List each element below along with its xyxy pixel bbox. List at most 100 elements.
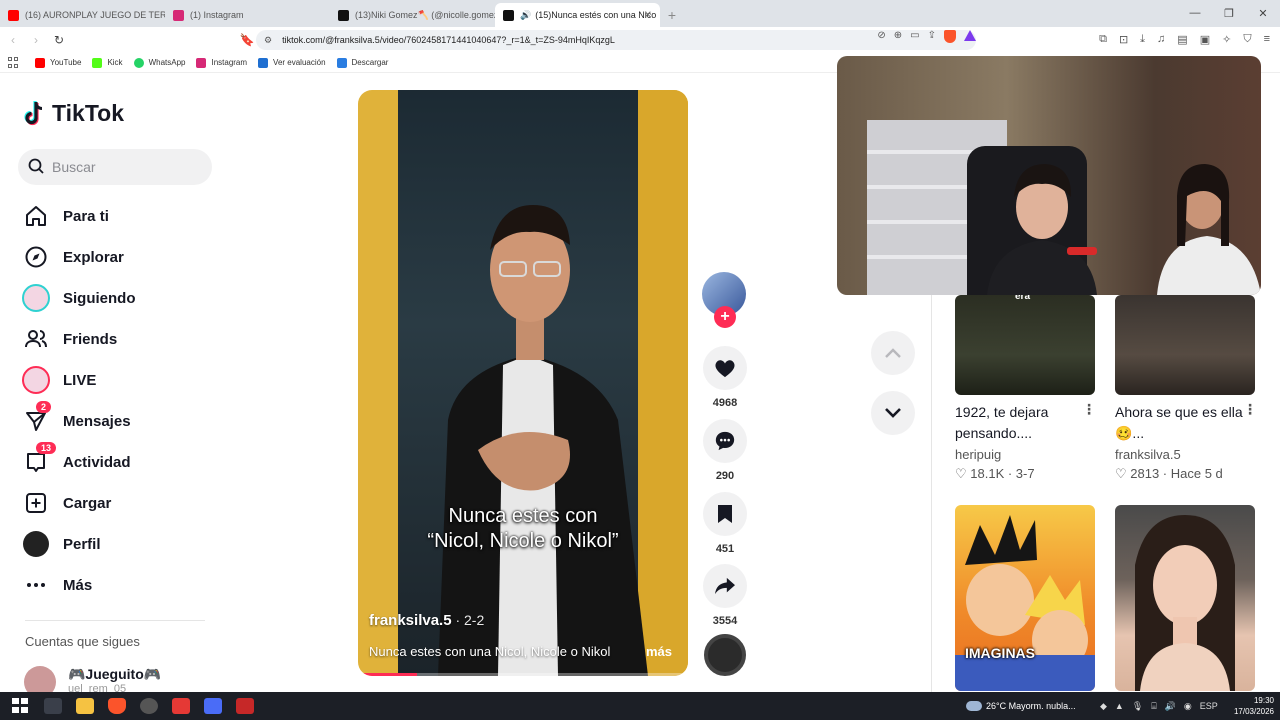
search-input[interactable]: Buscar [18,149,212,185]
bookmark-kick[interactable]: Kick [92,57,123,68]
language-indicator[interactable]: ESP [1200,701,1218,711]
bookmark-ver-evaluacion[interactable]: Ver evaluación [258,57,326,68]
previous-video-button[interactable] [871,331,915,375]
sidebar-icon[interactable]: ▤ [1177,33,1187,46]
back-icon[interactable]: ‹ [3,33,23,47]
restore-button[interactable]: ❐ [1212,0,1246,26]
media-icon[interactable]: ♫ [1157,33,1165,46]
bookmark-youtube[interactable]: YouTube [35,57,81,68]
task-view-icon[interactable] [44,698,62,714]
browser-tab-youtube[interactable]: (16) AURONPLAY JUEGO DE TERROR [0,3,165,27]
share-icon[interactable]: ⇪ [928,30,936,43]
sidebar-item-cargar[interactable]: Cargar [22,489,111,517]
browser-tab-tiktok-active[interactable]: 🔊 (15)Nunca estés con una Nico ✕ [495,3,660,27]
wallet-icon[interactable]: ▣ [1200,33,1210,46]
weather-widget[interactable]: 26°C Mayorm. nubla... [966,692,1076,720]
site-settings-icon[interactable]: ⚙ [264,35,272,46]
leo-ai-icon[interactable]: ✧ [1222,33,1231,46]
save-action[interactable]: 451 [702,492,748,555]
video-person-figure [438,205,648,676]
like-action[interactable]: 4968 [702,346,748,409]
network-icon[interactable]: ⌸ [1151,701,1156,712]
sidebar-item-live[interactable]: LIVE [22,366,96,394]
streaming-app-icon[interactable] [236,698,254,714]
tiktok-logo[interactable]: TikTok [24,100,124,127]
sound-disc-icon[interactable] [704,634,746,676]
zoom-icon[interactable]: ⊕ [894,30,902,43]
more-options-icon[interactable]: ⋮ [1243,401,1257,418]
heart-icon[interactable] [703,346,747,390]
bookmark-whatsapp[interactable]: WhatsApp [133,57,185,68]
sidebar-item-siguiendo[interactable]: Siguiendo [22,284,136,312]
taskbar-clock[interactable]: 19:30 17/03/2026 [1234,695,1274,717]
brave-browser-icon[interactable] [108,698,126,714]
follow-button[interactable]: + [714,306,736,328]
comment-action[interactable]: 290 [702,419,748,482]
recommended-thumbnail[interactable] [1115,295,1255,395]
cast-icon[interactable]: ▭ [910,30,919,43]
speaker-icon[interactable]: 🔊 [520,10,531,21]
sidebar-item-mensajes[interactable]: 2 Mensajes [22,401,131,435]
video-author[interactable]: franksilva.5 · 2-2 [369,612,484,629]
reload-icon[interactable]: ↻ [49,33,69,47]
bookmark-descargar[interactable]: Descargar [336,57,388,68]
apps-icon[interactable] [8,57,19,68]
recommended-thumbnail[interactable]: era [955,295,1095,395]
sidebar-item-explorar[interactable]: Explorar [22,243,124,271]
microphone-icon[interactable]: 🎙 [1132,701,1143,712]
bookmark-instagram[interactable]: Instagram [196,57,247,68]
recommended-thumbnail[interactable] [1115,505,1255,691]
new-tab-button[interactable]: + [660,3,684,27]
instagram-icon [196,57,207,68]
tray-app-icon[interactable]: ◆ [1100,701,1107,712]
sidebar-item-perfil[interactable]: Perfil [22,530,101,558]
recommended-title[interactable]: Ahora se que es ella 🥴... [1115,402,1255,444]
creator-avatar[interactable]: + [702,272,746,328]
youtube-studio-icon[interactable] [172,698,190,714]
recommended-title[interactable]: 1922, te dejara pensando.... [955,402,1095,444]
mute-icon[interactable]: ⊘ [877,30,885,43]
extensions-icon[interactable]: ⧉ [1099,33,1107,46]
windows-start-icon[interactable] [12,698,30,714]
download-icon[interactable]: ⤓ [1140,33,1145,46]
sidebar-item-actividad[interactable]: 13 Actividad [22,442,131,476]
video-player[interactable]: Nunca estes con “Nicol, Nicole o Nikol” … [358,90,688,676]
close-window-button[interactable]: ✕ [1246,0,1280,26]
next-video-button[interactable] [871,391,915,435]
video-progress-bar[interactable] [358,673,688,676]
close-tab-icon[interactable]: ✕ [644,10,652,21]
following-section-title: Cuentas que sigues [25,634,140,649]
recommended-thumbnail[interactable]: IMAGINAS [955,505,1095,691]
obs-icon[interactable] [140,698,158,714]
browser-tab-tiktok-niki[interactable]: (13)Niki Gomez🪓 (@nicolle.gomez [330,3,495,27]
brave-rewards-icon[interactable] [964,30,976,41]
minimize-button[interactable]: — [1178,0,1212,26]
share-arrow-icon[interactable] [703,564,747,608]
sidebar-item-para-ti[interactable]: Para ti [22,202,109,230]
bookmark-icon[interactable]: 🔖 [237,33,257,47]
forward-icon[interactable]: › [26,33,46,47]
video-username[interactable]: franksilva.5 [369,612,452,629]
recommended-username[interactable]: franksilva.5 [1115,447,1181,462]
webcam-person-2 [1157,164,1261,295]
share-action[interactable]: 3554 [702,564,748,627]
vpn-icon[interactable]: ⛉ [1243,33,1251,46]
screenshot-icon[interactable]: ⊡ [1119,33,1128,46]
sidebar-item-mas[interactable]: Más [22,571,92,599]
recommended-username[interactable]: heripuig [955,447,1001,462]
comment-icon[interactable] [703,419,747,463]
brave-shield-icon[interactable] [944,30,956,43]
volume-icon[interactable]: 🔊 [1165,701,1176,712]
browser-tab-instagram[interactable]: (1) Instagram [165,3,330,27]
webcam-overlay [837,56,1261,295]
address-bar[interactable]: ⚙ tiktok.com/@franksilva.5/video/7602458… [256,30,976,50]
more-options-icon[interactable]: ⋮ [1082,401,1096,418]
tray-app-icon[interactable]: ◉ [1184,701,1192,712]
tray-app-icon[interactable]: ▲ [1115,701,1124,711]
app-icon[interactable] [204,698,222,714]
more-button[interactable]: más [646,644,672,659]
file-explorer-icon[interactable] [76,698,94,714]
menu-icon[interactable]: ≡ [1264,33,1270,46]
sidebar-item-friends[interactable]: Friends [22,325,117,353]
bookmark-icon[interactable] [703,492,747,536]
